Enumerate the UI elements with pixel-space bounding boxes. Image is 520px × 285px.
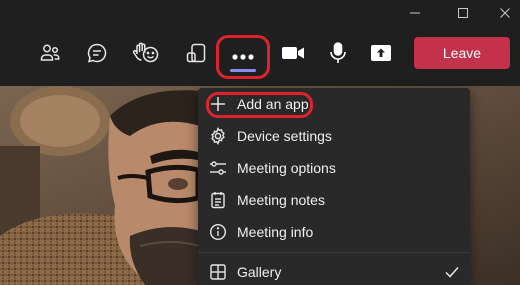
plus-icon [208,94,228,114]
microphone-icon[interactable] [320,35,356,71]
info-icon [208,222,228,242]
meeting-toolbar: Leave [0,26,520,86]
menu-item-label: Meeting options [237,160,336,176]
menu-item-add-an-app[interactable]: Add an app [198,89,470,119]
raise-hand-react-icon[interactable] [128,35,164,71]
checkmark-icon [444,264,460,280]
maximize-icon[interactable] [446,0,480,26]
menu-item-label: Meeting notes [237,192,325,208]
camera-icon[interactable] [275,35,311,71]
gear-icon [208,126,228,146]
title-bar [0,0,520,26]
notes-icon [208,190,228,210]
menu-item-meeting-info[interactable]: Meeting info [198,217,470,247]
close-icon[interactable] [488,0,520,26]
menu-item-label: Add an app [237,96,309,112]
menu-divider [198,252,470,253]
more-options-menu: Add an app Device settings Meeting optio… [198,88,470,285]
more-options-highlight [216,35,270,79]
menu-item-device-settings[interactable]: Device settings [198,121,470,151]
menu-item-gallery[interactable]: Gallery [198,257,470,285]
people-icon[interactable] [32,35,68,71]
sliders-icon [208,158,228,178]
menu-item-label: Meeting info [237,224,314,240]
breakout-rooms-icon[interactable] [178,35,214,71]
chat-icon[interactable] [79,35,115,71]
menu-item-label: Gallery [237,264,282,280]
gallery-grid-icon [208,262,228,282]
menu-item-meeting-notes[interactable]: Meeting notes [198,185,470,215]
active-indicator [230,69,256,72]
share-icon[interactable] [363,35,399,71]
leave-button[interactable]: Leave [414,37,510,69]
menu-item-label: Device settings [237,128,332,144]
menu-item-meeting-options[interactable]: Meeting options [198,153,470,183]
minimize-icon[interactable] [398,0,432,26]
